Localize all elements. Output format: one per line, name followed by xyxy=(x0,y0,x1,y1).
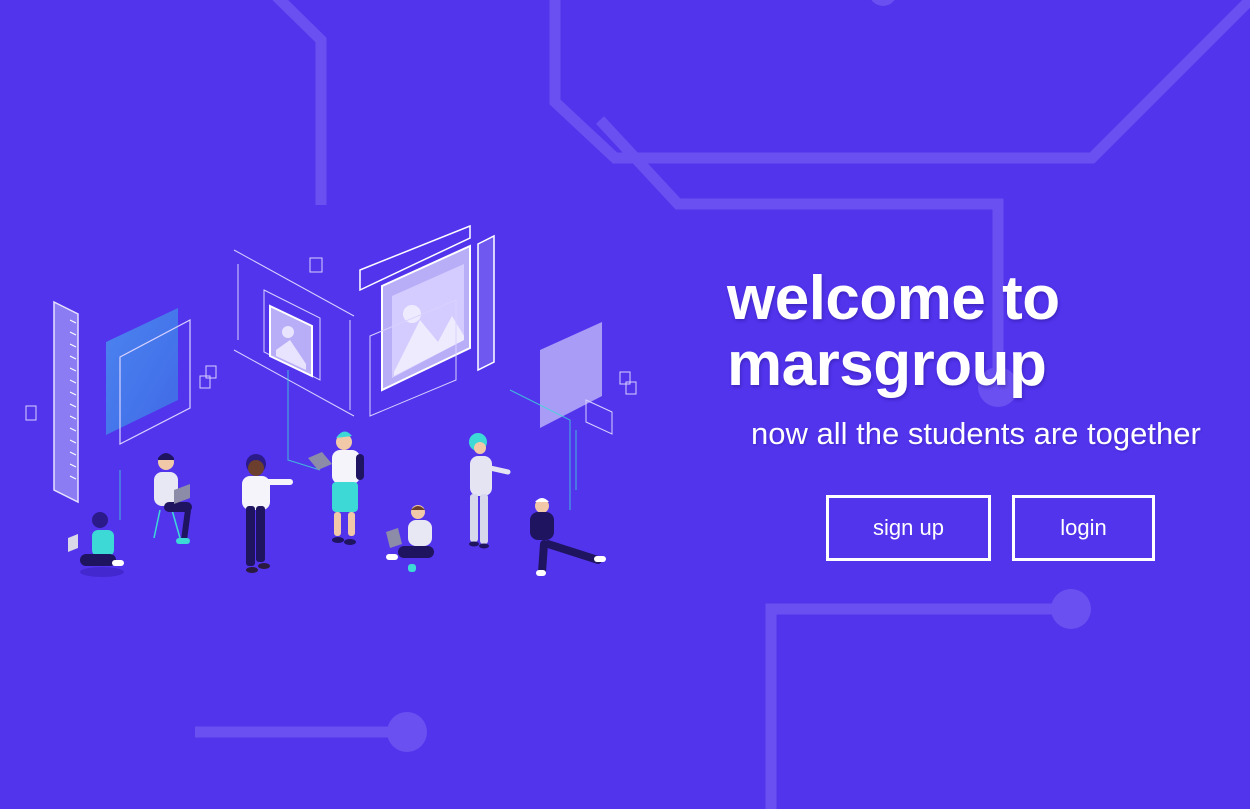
welcome-heading-line1: welcome to xyxy=(727,264,1060,333)
login-button[interactable]: login xyxy=(1012,495,1155,561)
tagline: now all the students are together xyxy=(751,416,1201,451)
welcome-heading: welcome to marsgroup xyxy=(727,266,1060,398)
welcome-heading-line2: marsgroup xyxy=(727,330,1047,399)
students-collaboration-illustration xyxy=(25,224,637,577)
sign-up-button[interactable]: sign up xyxy=(826,495,991,561)
